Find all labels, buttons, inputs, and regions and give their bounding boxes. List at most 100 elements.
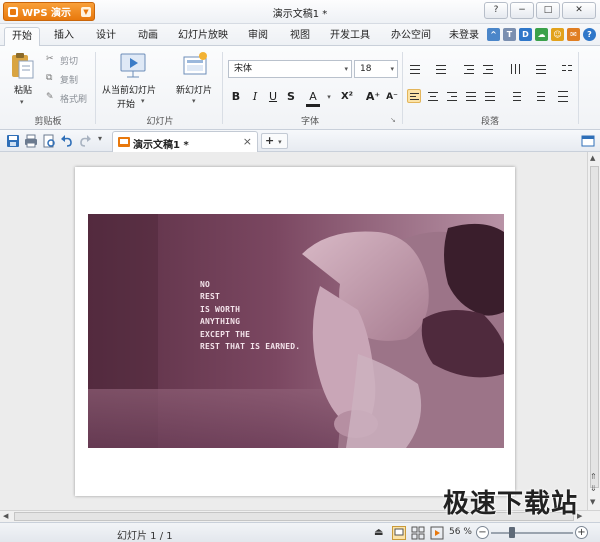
- underline-button[interactable]: U: [266, 90, 280, 104]
- bullet-list-icon[interactable]: [408, 62, 422, 76]
- slideshow-view-icon[interactable]: [430, 526, 444, 540]
- font-name-select[interactable]: 宋体 ▾: [228, 60, 352, 78]
- next-slide-icon[interactable]: ⇓: [590, 484, 597, 493]
- document-tab[interactable]: 演示文稿1 * ×: [112, 131, 258, 152]
- menu-tabs: 开始 插入 设计 动画 幻灯片放映 审阅 视图 开发工具 办公空间 未登录 ^ …: [0, 24, 600, 46]
- scroll-left-icon[interactable]: ◀: [3, 512, 8, 520]
- tab-login[interactable]: 未登录: [446, 27, 482, 46]
- collapse-ribbon-icon[interactable]: ^: [487, 28, 500, 41]
- tab-insert[interactable]: 插入: [46, 27, 82, 46]
- paragraph-group-label: 段落: [480, 117, 499, 127]
- customize-toolbar-icon[interactable]: ▾: [98, 134, 112, 148]
- close-tab-icon[interactable]: ×: [243, 135, 252, 148]
- zoom-out-button[interactable]: −: [476, 526, 489, 539]
- decrease-indent-icon[interactable]: [462, 62, 476, 76]
- vertical-scroll-thumb[interactable]: [590, 166, 599, 488]
- format-painter-button[interactable]: 格式刷: [60, 92, 87, 105]
- zoom-slider[interactable]: [491, 532, 573, 534]
- zoom-slider-thumb[interactable]: [508, 527, 515, 538]
- ribbon-divider: [95, 52, 96, 124]
- paragraph-spacing-button[interactable]: [532, 89, 546, 103]
- columns-icon[interactable]: [560, 62, 574, 76]
- slide-sorter-icon[interactable]: [411, 526, 425, 540]
- font-dialog-launcher-icon[interactable]: ↘: [390, 116, 396, 124]
- undo-icon[interactable]: [60, 134, 74, 148]
- notes-toggle-icon[interactable]: ⏏: [374, 527, 383, 538]
- tab-design[interactable]: 设计: [88, 27, 124, 46]
- paste-button[interactable]: 粘贴: [14, 83, 32, 96]
- line-spacing-button[interactable]: [508, 89, 522, 103]
- title-bar: WPS 演示 ▼ 演示文稿1 * ? − □ ✕: [0, 0, 600, 24]
- new-tab-button[interactable]: + ▾: [261, 133, 288, 149]
- new-slide-button[interactable]: 新幻灯片: [176, 83, 212, 96]
- copy-button[interactable]: 复制: [60, 73, 78, 86]
- slide-indicator: 幻灯片 1 / 1: [117, 531, 173, 542]
- bold-button[interactable]: B: [229, 90, 243, 104]
- shrink-font-button[interactable]: A⁻: [384, 90, 400, 104]
- window-layout-icon[interactable]: [581, 134, 595, 148]
- prev-slide-icon[interactable]: ⇑: [590, 472, 597, 481]
- superscript-button[interactable]: X²: [338, 90, 356, 104]
- font-size-value: 18: [360, 64, 372, 74]
- font-color-button[interactable]: A: [306, 90, 320, 107]
- save-icon[interactable]: [6, 134, 20, 148]
- print-icon[interactable]: [24, 134, 38, 148]
- paste-icon[interactable]: [10, 52, 36, 80]
- tab-developer[interactable]: 开发工具: [324, 27, 376, 46]
- help-icon[interactable]: ?: [583, 28, 596, 41]
- restore-button[interactable]: □: [536, 2, 560, 19]
- redo-icon[interactable]: [78, 134, 92, 148]
- tab-view[interactable]: 视图: [282, 27, 318, 46]
- tab-home[interactable]: 开始: [4, 27, 40, 46]
- text-box-align-button[interactable]: [556, 89, 570, 103]
- docer-icon[interactable]: D: [519, 28, 532, 41]
- tab-review[interactable]: 审阅: [240, 27, 276, 46]
- skin-icon[interactable]: T: [503, 28, 516, 41]
- scroll-down-icon[interactable]: ▼: [590, 498, 595, 506]
- print-preview-icon[interactable]: [42, 134, 56, 148]
- minimize-button[interactable]: −: [510, 2, 534, 19]
- grow-font-button[interactable]: A⁺: [364, 90, 382, 104]
- cut-button[interactable]: 剪切: [60, 54, 78, 67]
- slide-quote-text[interactable]: NO REST IS WORTH ANYTHING EXCEPT THE RES…: [200, 279, 300, 353]
- strikethrough-button[interactable]: S: [284, 90, 298, 104]
- zoom-in-button[interactable]: +: [575, 526, 588, 539]
- quote-line: REST THAT IS EARNED.: [200, 342, 301, 352]
- italic-button[interactable]: I: [248, 90, 262, 104]
- tab-office-space[interactable]: 办公空间: [384, 27, 438, 46]
- help-button[interactable]: ?: [484, 2, 508, 19]
- feedback-icon[interactable]: ✉: [567, 28, 580, 41]
- normal-view-icon[interactable]: [392, 526, 406, 540]
- numbered-list-icon[interactable]: [434, 62, 448, 76]
- paste-dropdown-icon[interactable]: ▾: [20, 98, 24, 106]
- cloud-icon[interactable]: ☁: [535, 28, 548, 41]
- font-group-label: 字体: [300, 117, 319, 127]
- align-right-button[interactable]: [445, 89, 459, 103]
- justify-button[interactable]: [464, 89, 478, 103]
- chevron-down-icon[interactable]: ▾: [141, 97, 145, 105]
- chevron-down-icon[interactable]: ▾: [322, 90, 336, 104]
- font-size-select[interactable]: 18 ▾: [354, 60, 398, 78]
- align-center-button[interactable]: [426, 89, 440, 103]
- user-icon[interactable]: ☺: [551, 28, 564, 41]
- text-direction-icon[interactable]: [508, 62, 522, 76]
- increase-indent-icon[interactable]: [481, 62, 495, 76]
- tab-animation[interactable]: 动画: [130, 27, 166, 46]
- new-slide-icon[interactable]: [181, 51, 209, 79]
- play-from-current-button[interactable]: 从当前幻灯片: [102, 83, 156, 96]
- distributed-align-button[interactable]: [483, 89, 497, 103]
- chevron-down-icon[interactable]: ▾: [192, 97, 196, 105]
- chevron-down-icon: ▾: [278, 138, 282, 146]
- slides-group-label: 幻灯片: [146, 117, 174, 127]
- close-button[interactable]: ✕: [562, 2, 596, 19]
- ribbon-divider: [222, 52, 223, 124]
- align-text-icon[interactable]: [534, 62, 548, 76]
- chevron-down-icon: ▾: [344, 65, 348, 73]
- play-from-current-icon[interactable]: [119, 51, 147, 79]
- quick-access-toolbar: ▾ 演示文稿1 * × + ▾: [0, 130, 600, 152]
- format-painter-icon: ✎: [46, 92, 54, 102]
- tab-slideshow[interactable]: 幻灯片放映: [172, 27, 234, 46]
- vertical-scrollbar[interactable]: ▲ ⇑ ⇓ ▼: [587, 152, 600, 510]
- align-left-button[interactable]: [407, 89, 421, 103]
- scroll-up-icon[interactable]: ▲: [590, 154, 595, 162]
